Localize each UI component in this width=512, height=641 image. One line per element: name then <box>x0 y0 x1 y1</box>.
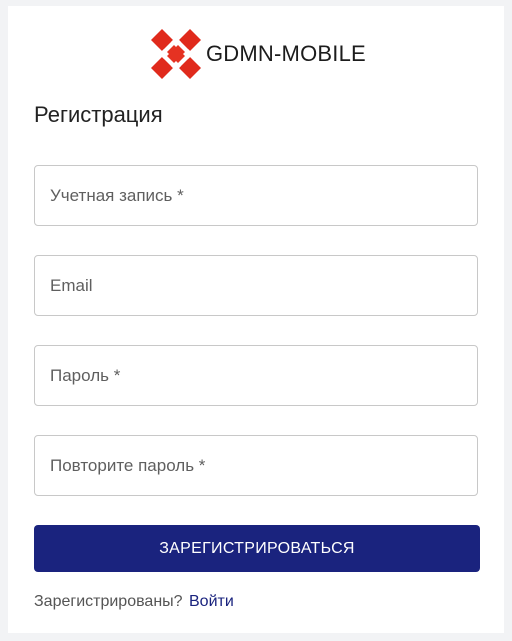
account-input[interactable] <box>35 166 477 225</box>
repeat-password-input[interactable] <box>35 436 477 495</box>
page-title: Регистрация <box>34 102 163 127</box>
login-link[interactable]: Войти <box>189 593 234 610</box>
login-prompt: Зарегистрированы? Войти <box>34 593 234 611</box>
brand-name: GDMN-MOBILE <box>206 41 366 66</box>
email-field[interactable]: Email <box>34 255 478 316</box>
password-field[interactable]: Пароль * <box>34 345 478 406</box>
login-prompt-text: Зарегистрированы? <box>34 593 183 610</box>
repeat-password-field[interactable]: Повторите пароль * <box>34 435 478 496</box>
email-input[interactable] <box>35 256 477 315</box>
registration-card: GDMN-MOBILE Регистрация Учетная запись *… <box>8 6 504 633</box>
register-button[interactable]: ЗАРЕГИСТРИРОВАТЬСЯ <box>34 525 480 572</box>
account-field[interactable]: Учетная запись * <box>34 165 478 226</box>
gdmn-logo-icon <box>151 29 201 79</box>
password-input[interactable] <box>35 346 477 405</box>
brand-logo: GDMN-MOBILE <box>148 24 366 84</box>
